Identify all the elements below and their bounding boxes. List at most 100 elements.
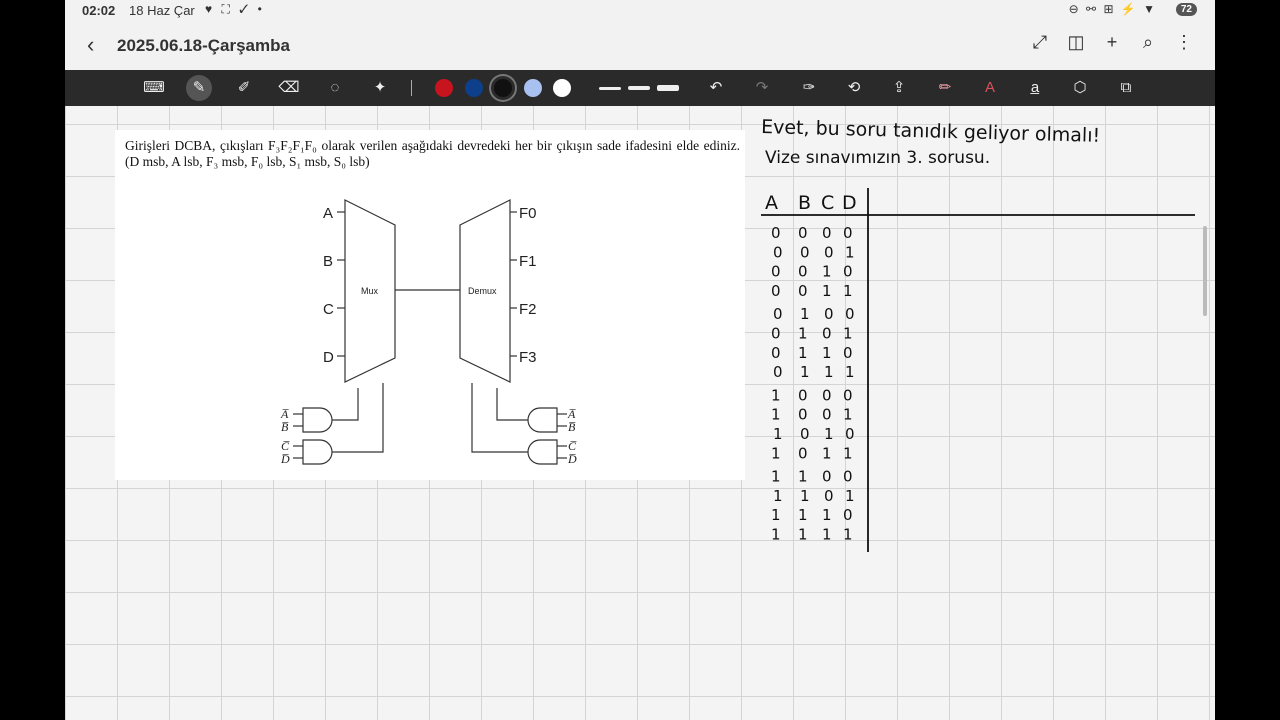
status-right-icons: ⊖ ⚯ ⊞ ⚡ ▼ — [1068, 2, 1157, 16]
truth-table-cell: 0 — [798, 406, 808, 424]
drawing-toolbar: ⌨ ✎ ✐ ⌫ ◌ ✦ ↶ ↷ ✑ ⟲ ⇪ ✏ A a̲ ⬡ ⧉ — [65, 70, 1215, 106]
truth-table-cell: 1 — [845, 243, 855, 261]
keyboard-icon[interactable]: ⌨ — [141, 75, 167, 101]
truth-table-cell: 0 — [822, 386, 832, 404]
add-page-icon[interactable]: + — [1103, 32, 1121, 53]
truth-table-cell: 0 — [843, 468, 853, 486]
truth-table-cell: 1 — [771, 526, 781, 544]
title-actions: ⤢ ◫ + ⌕ ⋮ — [1031, 32, 1193, 53]
truth-table-cell: 0 — [798, 386, 808, 404]
truth-table-cell: 1 — [771, 506, 781, 524]
truth-table-cell: 0 — [773, 363, 783, 381]
status-time: 02:02 — [82, 3, 116, 18]
truth-table-cell: 1 — [800, 305, 810, 323]
truth-table-cell: 0 — [771, 344, 781, 362]
eraser-icon[interactable]: ⌫ — [276, 75, 302, 101]
note-canvas[interactable]: Girişleri DCBA, çıkışları F₃F₂F₁F₀ olara… — [65, 106, 1215, 720]
truth-table-cell: 1 — [822, 344, 832, 362]
truth-table-cell: 0 — [773, 243, 783, 261]
truth-table-cell: 0 — [771, 224, 781, 242]
shapes-icon[interactable]: ⬡ — [1067, 75, 1093, 101]
stroke-thick[interactable] — [657, 85, 679, 91]
truth-table-cell: 1 — [843, 406, 853, 424]
truth-table-cell: 1 — [798, 506, 808, 524]
truth-table-cell: 1 — [824, 363, 834, 381]
toolbar-divider — [411, 80, 412, 96]
truth-table-cell: 0 — [798, 224, 808, 242]
color-red[interactable] — [435, 79, 453, 97]
redo-icon[interactable]: ↷ — [749, 75, 775, 101]
color-white[interactable] — [553, 79, 571, 97]
truth-table-cell: 0 — [843, 506, 853, 524]
truth-table-header: D — [842, 192, 857, 214]
truth-table-cell: 0 — [824, 243, 834, 261]
stroke-medium[interactable] — [628, 86, 650, 90]
truth-table-cell: 1 — [800, 363, 810, 381]
truth-table-cell: 0 — [800, 425, 810, 443]
expand-icon[interactable]: ⤢ — [1031, 32, 1049, 53]
truth-table-cell: 0 — [824, 305, 834, 323]
pointer-pen-icon[interactable]: ⇪ — [886, 75, 912, 101]
truth-table-cell: 0 — [798, 444, 808, 462]
truth-table-cell: 1 — [798, 325, 808, 343]
truth-table-cell: 0 — [843, 386, 853, 404]
timer-pen-icon[interactable]: ⟲ — [841, 75, 867, 101]
handwritten-notes: Evet, bu soru tanıdık geliyor olmalı! Vi… — [761, 116, 1195, 552]
undo-icon[interactable]: ↶ — [703, 75, 729, 101]
truth-table-cell: 0 — [822, 406, 832, 424]
note-line-1: Evet, bu soru tanıdık geliyor olmalı! — [761, 116, 1101, 147]
back-icon[interactable]: ‹ — [87, 32, 94, 58]
truth-table-cell: 1 — [771, 468, 781, 486]
more-icon[interactable]: ⋮ — [1175, 32, 1193, 53]
truth-table-cell: 0 — [822, 224, 832, 242]
color-black[interactable] — [494, 79, 512, 97]
truth-table-cell: 0 — [822, 325, 832, 343]
stroke-thin[interactable] — [599, 87, 621, 90]
truth-table-cell: 0 — [845, 305, 855, 323]
truth-table-cell: 0 — [798, 263, 808, 281]
copy-page-icon[interactable]: ⧉ — [1113, 75, 1139, 101]
truth-table-cell: 0 — [845, 425, 855, 443]
text-color-icon[interactable]: A — [977, 75, 1003, 101]
book-icon[interactable]: ◫ — [1067, 32, 1085, 53]
truth-table-cell: 1 — [822, 444, 832, 462]
color-blue[interactable] — [465, 79, 483, 97]
truth-table-cell: 0 — [771, 282, 781, 300]
truth-table-cell: 0 — [771, 263, 781, 281]
truth-table-cell: 1 — [798, 468, 808, 486]
truth-table-cell: 1 — [822, 282, 832, 300]
magic-wand-icon[interactable]: ✦ — [367, 75, 393, 101]
truth-table-cell: 1 — [800, 487, 810, 505]
title-bar: ‹ 2025.06.18-Çarşamba ⤢ ◫ + ⌕ ⋮ — [65, 22, 1215, 70]
note-line-2: Vize sınavımızın 3. sorusu. — [765, 148, 990, 168]
status-left-icons: ♥ ⛶ ✓ • — [205, 2, 265, 16]
truth-table-cell: 1 — [798, 344, 808, 362]
page-title: 2025.06.18-Çarşamba — [117, 36, 290, 55]
truth-table-cell: 0 — [843, 263, 853, 281]
battery-indicator: 72 — [1175, 3, 1197, 16]
truth-table-cell: 1 — [798, 526, 808, 544]
truth-table-cell: 1 — [771, 444, 781, 462]
app-screen: 02:02 18 Haz Çar ♥ ⛶ ✓ • ⊖ ⚯ ⊞ ⚡ ▼ 72 ‹ … — [65, 0, 1215, 720]
lasso-icon[interactable]: ◌ — [322, 75, 348, 101]
truth-table-header: C — [821, 192, 834, 214]
truth-table-cell: 1 — [843, 282, 853, 300]
shape-pen-icon[interactable]: ✑ — [796, 75, 822, 101]
truth-table-cell: 1 — [843, 325, 853, 343]
color-light-blue[interactable] — [524, 79, 542, 97]
text-tool-icon[interactable]: a̲ — [1022, 75, 1048, 101]
status-bar: 02:02 18 Haz Çar ♥ ⛶ ✓ • ⊖ ⚯ ⊞ ⚡ ▼ 72 — [65, 0, 1215, 22]
truth-table-cell: 0 — [800, 243, 810, 261]
pen-icon[interactable]: ✎ — [186, 75, 212, 101]
highlighter-icon[interactable]: ✐ — [231, 75, 257, 101]
truth-table-cell: 1 — [824, 425, 834, 443]
truth-table-cell: 1 — [843, 526, 853, 544]
truth-table-cell: 0 — [824, 487, 834, 505]
truth-table-cell: 0 — [843, 224, 853, 242]
status-date: 18 Haz Çar — [129, 3, 195, 18]
truth-table-cell: 0 — [843, 344, 853, 362]
truth-table-cell: 0 — [771, 325, 781, 343]
laser-eraser-icon[interactable]: ✏ — [932, 75, 958, 101]
search-icon[interactable]: ⌕ — [1139, 32, 1157, 53]
scrollbar[interactable] — [1203, 226, 1207, 316]
